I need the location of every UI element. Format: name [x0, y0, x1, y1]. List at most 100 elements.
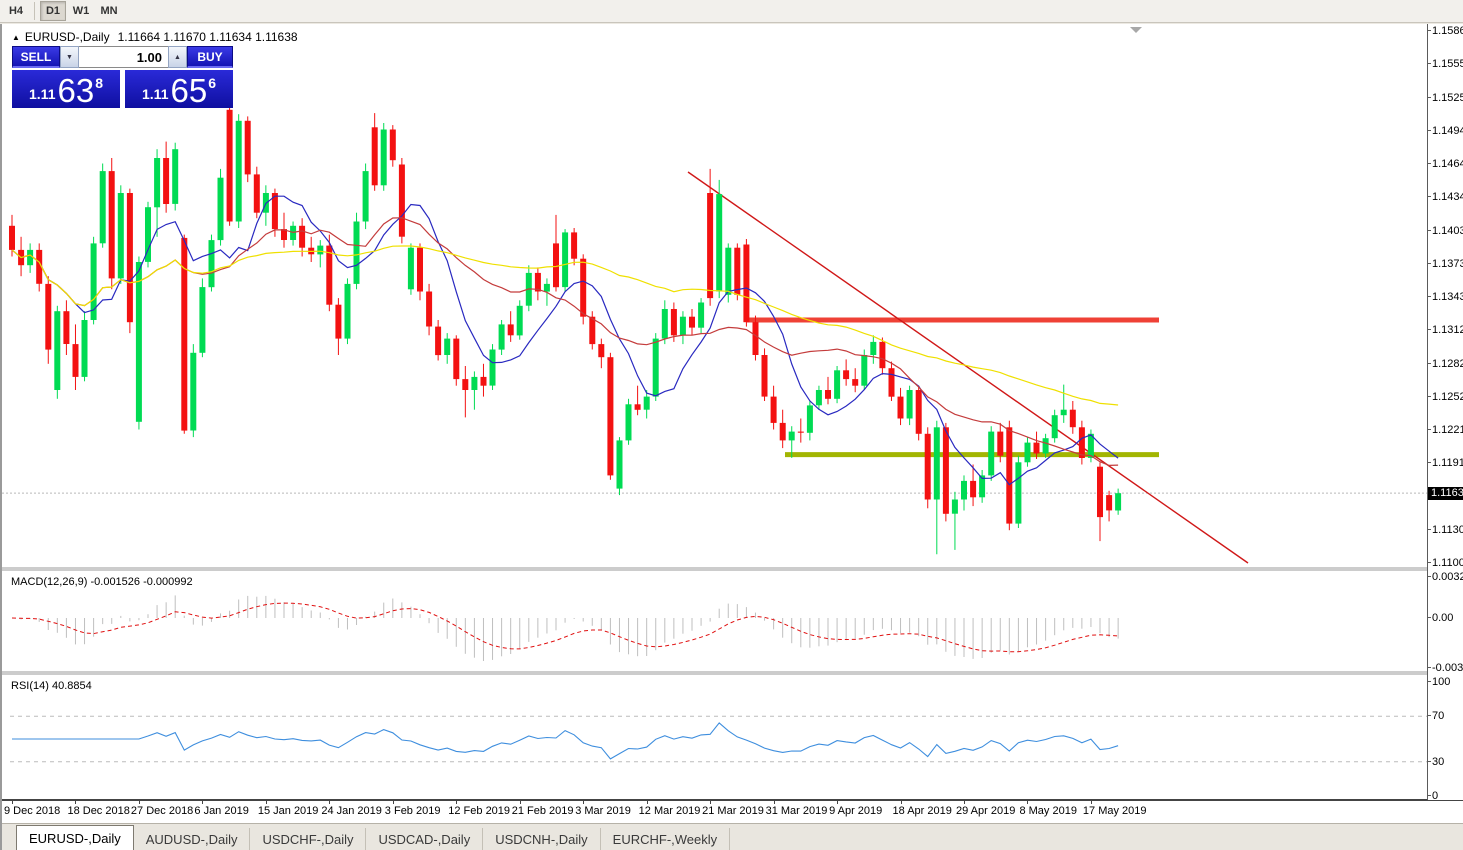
buy-price-display[interactable]: 1.11 65 6: [125, 70, 233, 108]
timeframe-button-w1[interactable]: W1: [68, 1, 94, 21]
date-axis-label: 12 Mar 2019: [638, 805, 701, 817]
current-price-badge: 1.11638: [1428, 486, 1463, 500]
date-tick: [265, 801, 267, 804]
date-axis-label: 24 Jan 2019: [321, 805, 382, 817]
date-tick: [710, 801, 712, 804]
rsi-indicator-label: RSI(14) 40.8854: [11, 680, 92, 692]
price-axis-label: 1.14340: [1427, 191, 1463, 203]
date-axis-label: 9 Dec 2018: [4, 805, 61, 817]
volume-decrease-button[interactable]: ▼: [60, 46, 79, 68]
price-axis-label: 1.13430: [1427, 291, 1463, 303]
chart-title: ▲ EURUSD-,Daily 1.11664 1.11670 1.11634 1.…: [12, 30, 298, 44]
date-axis-label: 12 Feb 2019: [448, 805, 511, 817]
price-axis-label: 1.12520: [1427, 391, 1463, 403]
volume-increase-button[interactable]: ▲: [168, 46, 187, 68]
price-axis-label: 1.12820: [1427, 358, 1463, 370]
macd-signal-line: [11, 602, 1119, 653]
price-axis-label: 1.15860: [1427, 25, 1463, 37]
date-tick: [75, 801, 77, 804]
macd-axis-label: 0.003287: [1427, 571, 1463, 583]
chart-tab-usdchf-daily[interactable]: USDCHF-,Daily: [250, 828, 367, 850]
date-axis-label: 21 Mar 2019: [702, 805, 764, 817]
sell-price-display[interactable]: 1.11 63 8: [12, 70, 120, 108]
macd-histogram: [20, 595, 1119, 661]
date-tick: [519, 801, 521, 804]
date-axis-label: 31 Mar 2019: [765, 805, 828, 817]
one-click-trade-panel: SELL ▼ ▲ BUY 1.11 63 8 1.11 65 6: [12, 46, 233, 108]
chart-tab-audusd-daily[interactable]: AUDUSD-,Daily: [134, 828, 251, 850]
date-axis-label: 9 Apr 2019: [829, 805, 883, 817]
macd-indicator-label: MACD(12,26,9) -0.001526 -0.000992: [11, 576, 193, 588]
date-tick: [138, 801, 140, 804]
date-tick: [329, 801, 331, 804]
price-chart-canvas[interactable]: [2, 24, 1427, 800]
date-axis-label: 3 Mar 2019: [575, 805, 631, 817]
price-axis-label: 1.11910: [1427, 457, 1463, 469]
chart-window: ▲ EURUSD-,Daily 1.11664 1.11670 1.11634 1.…: [0, 24, 1463, 850]
price-axis-label: 1.14035: [1427, 225, 1463, 237]
date-tick: [392, 801, 394, 804]
date-tick: [583, 801, 585, 804]
date-tick: [12, 801, 13, 804]
chart-tab-bar: EURUSD-,Daily AUDUSD-,Daily USDCHF-,Daily U…: [2, 823, 1463, 850]
date-axis-label: 6 Jan 2019: [194, 805, 249, 817]
chart-tab-eurusd-daily[interactable]: EURUSD-,Daily: [16, 825, 134, 850]
date-axis-label: 21 Feb 2019: [511, 805, 574, 817]
date-tick: [1090, 801, 1092, 804]
volume-input[interactable]: [79, 47, 168, 67]
date-tick: [964, 801, 965, 804]
date-axis-label: 8 May 2019: [1019, 805, 1077, 817]
date-axis[interactable]: 9 Dec 2018 18 Dec 2018 27 Dec 2018 6 Jan 20…: [2, 800, 1463, 823]
price-axis-label: 1.11305: [1427, 524, 1463, 536]
sell-price-pip: 8: [95, 75, 103, 91]
date-axis-label: 3 Feb 2019: [384, 805, 441, 817]
collapse-chart-icon[interactable]: ▲: [12, 33, 20, 42]
chart-tab-usdcnh-daily[interactable]: USDCNH-,Daily: [483, 828, 601, 850]
rsi-line: [12, 722, 1119, 760]
trading-terminal: H4 D1 W1 MN ▲ EURUSD-,Daily 1.11664 1.11670 1…: [0, 0, 1463, 850]
date-axis-label: 27 Dec 2018: [130, 805, 194, 817]
price-axis-label: 1.14945: [1427, 125, 1463, 137]
price-axis-label: 1.11000: [1427, 557, 1463, 569]
price-axis-label: 1.14645: [1427, 158, 1463, 170]
price-axis-label: 1.15555: [1427, 58, 1463, 70]
chart-tab-eurchf-weekly[interactable]: EURCHF-,Weekly: [601, 828, 731, 850]
buy-price-base: 1.11: [142, 86, 169, 102]
date-tick: [837, 801, 839, 804]
buy-price-pip: 6: [208, 75, 216, 91]
date-tick: [773, 801, 775, 804]
macd-axis-label: -0.003651: [1427, 662, 1463, 674]
sell-price-big: 63: [57, 71, 95, 109]
candlesticks: [9, 107, 1122, 555]
timeframe-button-d1[interactable]: D1: [40, 1, 66, 21]
chart-symbol-label: EURUSD-,Daily: [24, 30, 110, 44]
rsi-axis-label: 70: [1427, 710, 1444, 722]
date-axis-label: 15 Jan 2019: [257, 805, 319, 817]
date-axis-label: 17 May 2019: [1082, 805, 1147, 817]
date-axis-label: 29 Apr 2019: [956, 805, 1016, 817]
chart-tab-usdcad-daily[interactable]: USDCAD-,Daily: [366, 828, 484, 850]
sell-button[interactable]: SELL: [12, 46, 60, 68]
price-axis-label: 1.12215: [1427, 424, 1463, 436]
rsi-axis-label: 30: [1427, 756, 1444, 768]
date-tick: [900, 801, 902, 804]
chart-ohlc-values: 1.11664 1.11670 1.11634 1.11638: [117, 30, 298, 44]
timeframe-button-mn[interactable]: MN: [96, 1, 122, 21]
timeframe-toolbar: H4 D1 W1 MN: [0, 0, 1463, 23]
buy-price-big: 65: [170, 71, 208, 109]
rsi-axis-label: 100: [1427, 676, 1450, 688]
price-axis-label: 1.15250: [1427, 92, 1463, 104]
scroll-to-end-icon: [1130, 27, 1142, 33]
timeframe-button-h4[interactable]: H4: [3, 1, 29, 21]
date-axis-label: 18 Dec 2018: [67, 805, 130, 817]
date-axis-label: 18 Apr 2019: [892, 805, 952, 817]
sell-price-base: 1.11: [29, 86, 56, 102]
price-axis[interactable]: 1.15860 1.15555 1.15250 1.14945 1.14645 1.143…: [1427, 24, 1463, 802]
macd-axis-label: 0.00: [1427, 612, 1453, 624]
date-tick: [456, 801, 458, 804]
buy-button[interactable]: BUY: [187, 46, 233, 68]
trendline: [687, 171, 1249, 564]
date-tick: [1027, 801, 1029, 804]
date-tick: [202, 801, 204, 804]
price-axis-label: 1.13125: [1427, 324, 1463, 336]
